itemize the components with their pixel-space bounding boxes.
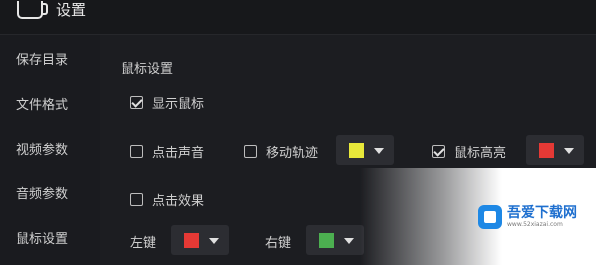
left-key-color-picker[interactable]	[171, 225, 229, 255]
title-bar: 设置	[0, 0, 596, 35]
click-sound-checkbox[interactable]: 点击声音	[130, 142, 204, 161]
sidebar-item-save-dir[interactable]: 保存目录	[16, 49, 68, 68]
right-key-label: 右键	[265, 236, 292, 251]
move-trail-checkbox[interactable]: 移动轨迹	[244, 142, 318, 161]
sidebar: 保存目录 文件格式 视频参数 音频参数 鼠标设置	[0, 35, 100, 265]
box-logo-icon	[478, 205, 502, 229]
checkbox-unchecked-icon	[130, 145, 143, 158]
caret-down-icon	[564, 148, 574, 154]
checkbox-checked-icon	[432, 145, 445, 158]
section-title: 鼠标设置	[121, 62, 174, 77]
window-title: 设置	[56, 1, 87, 19]
caret-down-icon	[374, 148, 384, 154]
cursor-highlight-color-picker[interactable]	[526, 135, 584, 165]
move-trail-label: 移动轨迹	[266, 146, 319, 161]
watermark-name: 吾爱下载网	[507, 205, 577, 221]
right-key-color-picker[interactable]	[306, 225, 364, 255]
color-swatch	[349, 143, 364, 158]
sidebar-item-video-params[interactable]: 视频参数	[16, 139, 68, 158]
checkbox-checked-icon	[130, 96, 143, 109]
cursor-highlight-checkbox[interactable]: 鼠标高亮	[432, 142, 506, 161]
click-sound-label: 点击声音	[152, 146, 205, 161]
sidebar-item-audio-params[interactable]: 音频参数	[16, 183, 68, 202]
show-cursor-label: 显示鼠标	[152, 97, 205, 112]
camera-icon	[17, 1, 48, 19]
move-trail-color-picker[interactable]	[336, 135, 394, 165]
sidebar-item-file-format[interactable]: 文件格式	[16, 94, 68, 113]
sidebar-item-mouse-settings[interactable]: 鼠标设置	[16, 228, 68, 247]
caret-down-icon	[344, 238, 354, 244]
color-swatch	[539, 143, 554, 158]
cursor-highlight-label: 鼠标高亮	[454, 146, 507, 161]
color-swatch	[184, 233, 199, 248]
checkbox-unchecked-icon	[130, 193, 143, 206]
click-effect-label: 点击效果	[152, 194, 205, 209]
checkbox-unchecked-icon	[244, 145, 257, 158]
color-swatch	[319, 233, 334, 248]
click-effect-checkbox[interactable]: 点击效果	[130, 190, 204, 209]
left-key-label: 左键	[130, 236, 157, 251]
show-cursor-checkbox[interactable]: 显示鼠标	[130, 93, 204, 112]
watermark-site: www.52xiazai.com	[507, 221, 563, 228]
watermark-logo: 吾爱下载网 www.52xiazai.com	[478, 205, 577, 229]
caret-down-icon	[209, 238, 219, 244]
